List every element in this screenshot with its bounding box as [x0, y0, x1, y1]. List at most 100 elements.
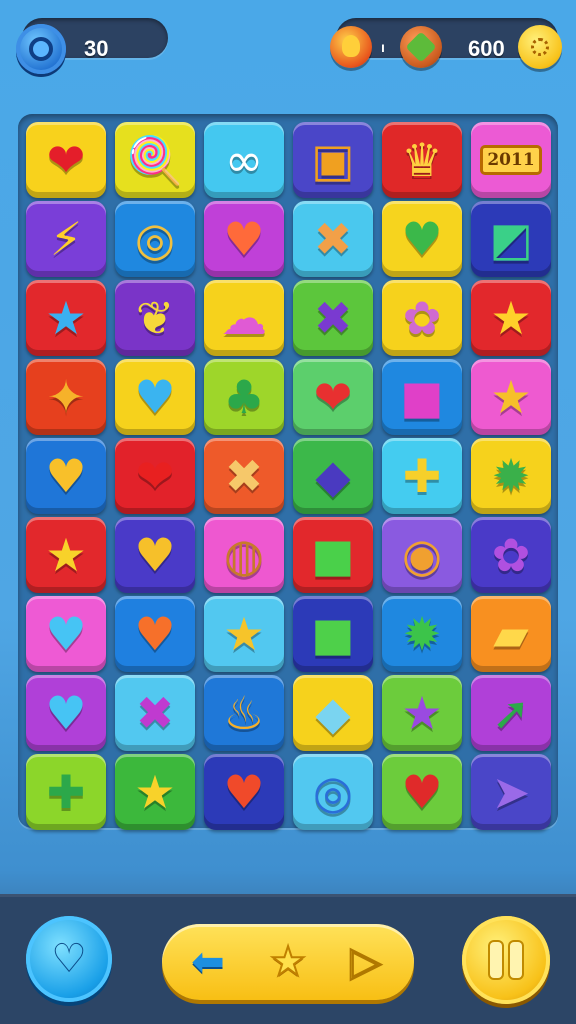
- tile-symbol-icon: ★: [401, 686, 443, 740]
- board-tile[interactable]: ◎: [115, 201, 195, 277]
- board-tile[interactable]: ★: [26, 517, 106, 593]
- board-tile[interactable]: ✿: [382, 280, 462, 356]
- board-tile[interactable]: ■: [293, 596, 373, 672]
- board-tile[interactable]: ★: [382, 675, 462, 751]
- board-tile[interactable]: ❤: [293, 359, 373, 435]
- board-tile[interactable]: ✖: [293, 201, 373, 277]
- back-arrow-icon[interactable]: ⬅: [180, 934, 236, 990]
- board-tile[interactable]: ◎: [293, 754, 373, 830]
- board-tile[interactable]: ♥: [26, 675, 106, 751]
- tile-symbol-icon: ✹: [491, 449, 531, 503]
- board-tile[interactable]: ★: [115, 754, 195, 830]
- tile-symbol-icon: ◎: [312, 765, 354, 819]
- board-tile[interactable]: ☁: [204, 280, 284, 356]
- board-tile[interactable]: ✹: [382, 596, 462, 672]
- star-icon[interactable]: ★: [260, 934, 316, 990]
- board-tile[interactable]: ❤: [115, 438, 195, 514]
- board-tile[interactable]: ✚: [26, 754, 106, 830]
- tile-symbol-icon: ✹: [402, 607, 442, 661]
- board-tile[interactable]: ★: [204, 596, 284, 672]
- board-tile[interactable]: ▰: [471, 596, 551, 672]
- tile-symbol-icon: ➚: [491, 686, 531, 740]
- board-tile[interactable]: ◆: [293, 675, 373, 751]
- board-tile[interactable]: ♥: [115, 359, 195, 435]
- board-tile[interactable]: ✚: [382, 438, 462, 514]
- board-tile[interactable]: ∞: [204, 122, 284, 198]
- board-tile[interactable]: ♨: [204, 675, 284, 751]
- leaf-icon[interactable]: [400, 26, 442, 68]
- board-tile[interactable]: ➚: [471, 675, 551, 751]
- board-tile[interactable]: ➤: [471, 754, 551, 830]
- tile-symbol-icon: ♥: [45, 449, 87, 503]
- score-value: 30: [84, 36, 109, 61]
- board-tile[interactable]: ✦: [26, 359, 106, 435]
- board-tile[interactable]: ■: [382, 359, 462, 435]
- tile-symbol-icon: ▰: [493, 607, 529, 661]
- tile-symbol-icon: ⚡: [49, 212, 83, 266]
- board-tile[interactable]: ♛: [382, 122, 462, 198]
- board-tile[interactable]: ▣: [293, 122, 373, 198]
- board-tile[interactable]: ⚡: [26, 201, 106, 277]
- board-tile[interactable]: ♥: [115, 517, 195, 593]
- tile-symbol-icon: ◆: [315, 686, 351, 740]
- tile-symbol-icon: ★: [134, 765, 176, 819]
- board-tile[interactable]: ✖: [293, 280, 373, 356]
- board-tile[interactable]: 2011: [471, 122, 551, 198]
- tile-symbol-icon: ★: [45, 291, 87, 345]
- tile-symbol-icon: ✦: [46, 370, 86, 424]
- tile-symbol-icon: ■: [311, 607, 355, 661]
- tile-symbol-icon: ✖: [224, 449, 264, 503]
- board-tile[interactable]: ♥: [382, 201, 462, 277]
- board-tile[interactable]: ◍: [204, 517, 284, 593]
- tile-symbol-icon: ■: [311, 528, 355, 582]
- board-tile[interactable]: ◉: [382, 517, 462, 593]
- board-tile[interactable]: 🍭: [115, 122, 195, 198]
- board-tile[interactable]: ❤: [26, 122, 106, 198]
- heart-outline-icon: ♡: [51, 936, 87, 982]
- top-hud: 30 ı 600: [0, 12, 576, 74]
- tile-symbol-icon: ♥: [45, 686, 87, 740]
- tile-symbol-icon: ☁: [221, 291, 267, 345]
- heart-button[interactable]: ♡: [26, 916, 112, 1002]
- board-tile[interactable]: ♥: [115, 596, 195, 672]
- gear-icon[interactable]: [16, 24, 66, 74]
- tile-symbol-icon: ❤: [313, 370, 353, 424]
- pause-icon: [490, 942, 502, 978]
- board-tile[interactable]: ✹: [471, 438, 551, 514]
- board-tile[interactable]: ■: [293, 517, 373, 593]
- board-tile[interactable]: ♥: [204, 201, 284, 277]
- board-tile[interactable]: ◆: [293, 438, 373, 514]
- board-tile[interactable]: ✖: [115, 675, 195, 751]
- sun-icon[interactable]: [518, 25, 562, 69]
- pause-button[interactable]: [462, 916, 550, 1004]
- board-tile[interactable]: ◩: [471, 201, 551, 277]
- play-arrow-icon[interactable]: ▷: [338, 934, 394, 990]
- tile-symbol-icon: ❤: [135, 449, 175, 503]
- tile-symbol-icon: ♥: [134, 370, 176, 424]
- tile-symbol-icon: ➤: [491, 765, 531, 819]
- tile-symbol-icon: 🍭: [126, 133, 184, 187]
- board-tile[interactable]: ♥: [204, 754, 284, 830]
- tile-label: 2011: [480, 145, 542, 175]
- tile-symbol-icon: ✿: [491, 528, 531, 582]
- board-tile[interactable]: ♥: [382, 754, 462, 830]
- tile-symbol-icon: ■: [400, 370, 444, 424]
- board-tile[interactable]: ✖: [204, 438, 284, 514]
- board-tile[interactable]: ♥: [26, 438, 106, 514]
- board-tile[interactable]: ♥: [26, 596, 106, 672]
- tile-symbol-icon: ♥: [401, 212, 443, 266]
- tile-symbol-icon: ♣: [223, 370, 265, 424]
- tile-symbol-icon: ♥: [223, 212, 265, 266]
- tile-symbol-icon: ◉: [401, 528, 443, 582]
- board-tile[interactable]: ★: [471, 359, 551, 435]
- board-tile[interactable]: ★: [471, 280, 551, 356]
- tile-symbol-icon: ♥: [223, 765, 265, 819]
- board-tile[interactable]: ♣: [204, 359, 284, 435]
- game-board: ❤ 🍭 ∞ ▣ ♛ 2011 ⚡ ◎ ♥ ✖ ♥ ◩ ★ ❦ ☁ ✖ ✿ ★ ✦ ♥ ♣ ❤ ■ ★ ♥ ❤ ✖ ◆ ✚ ✹ ★ ♥ ◍ ■ ◉ ✿ ♥…: [18, 114, 558, 830]
- board-tile[interactable]: ❦: [115, 280, 195, 356]
- tile-symbol-icon: ★: [490, 291, 532, 345]
- tile-symbol-icon: ✚: [46, 765, 86, 819]
- board-tile[interactable]: ✿: [471, 517, 551, 593]
- board-tile[interactable]: ★: [26, 280, 106, 356]
- fire-icon[interactable]: [330, 26, 372, 68]
